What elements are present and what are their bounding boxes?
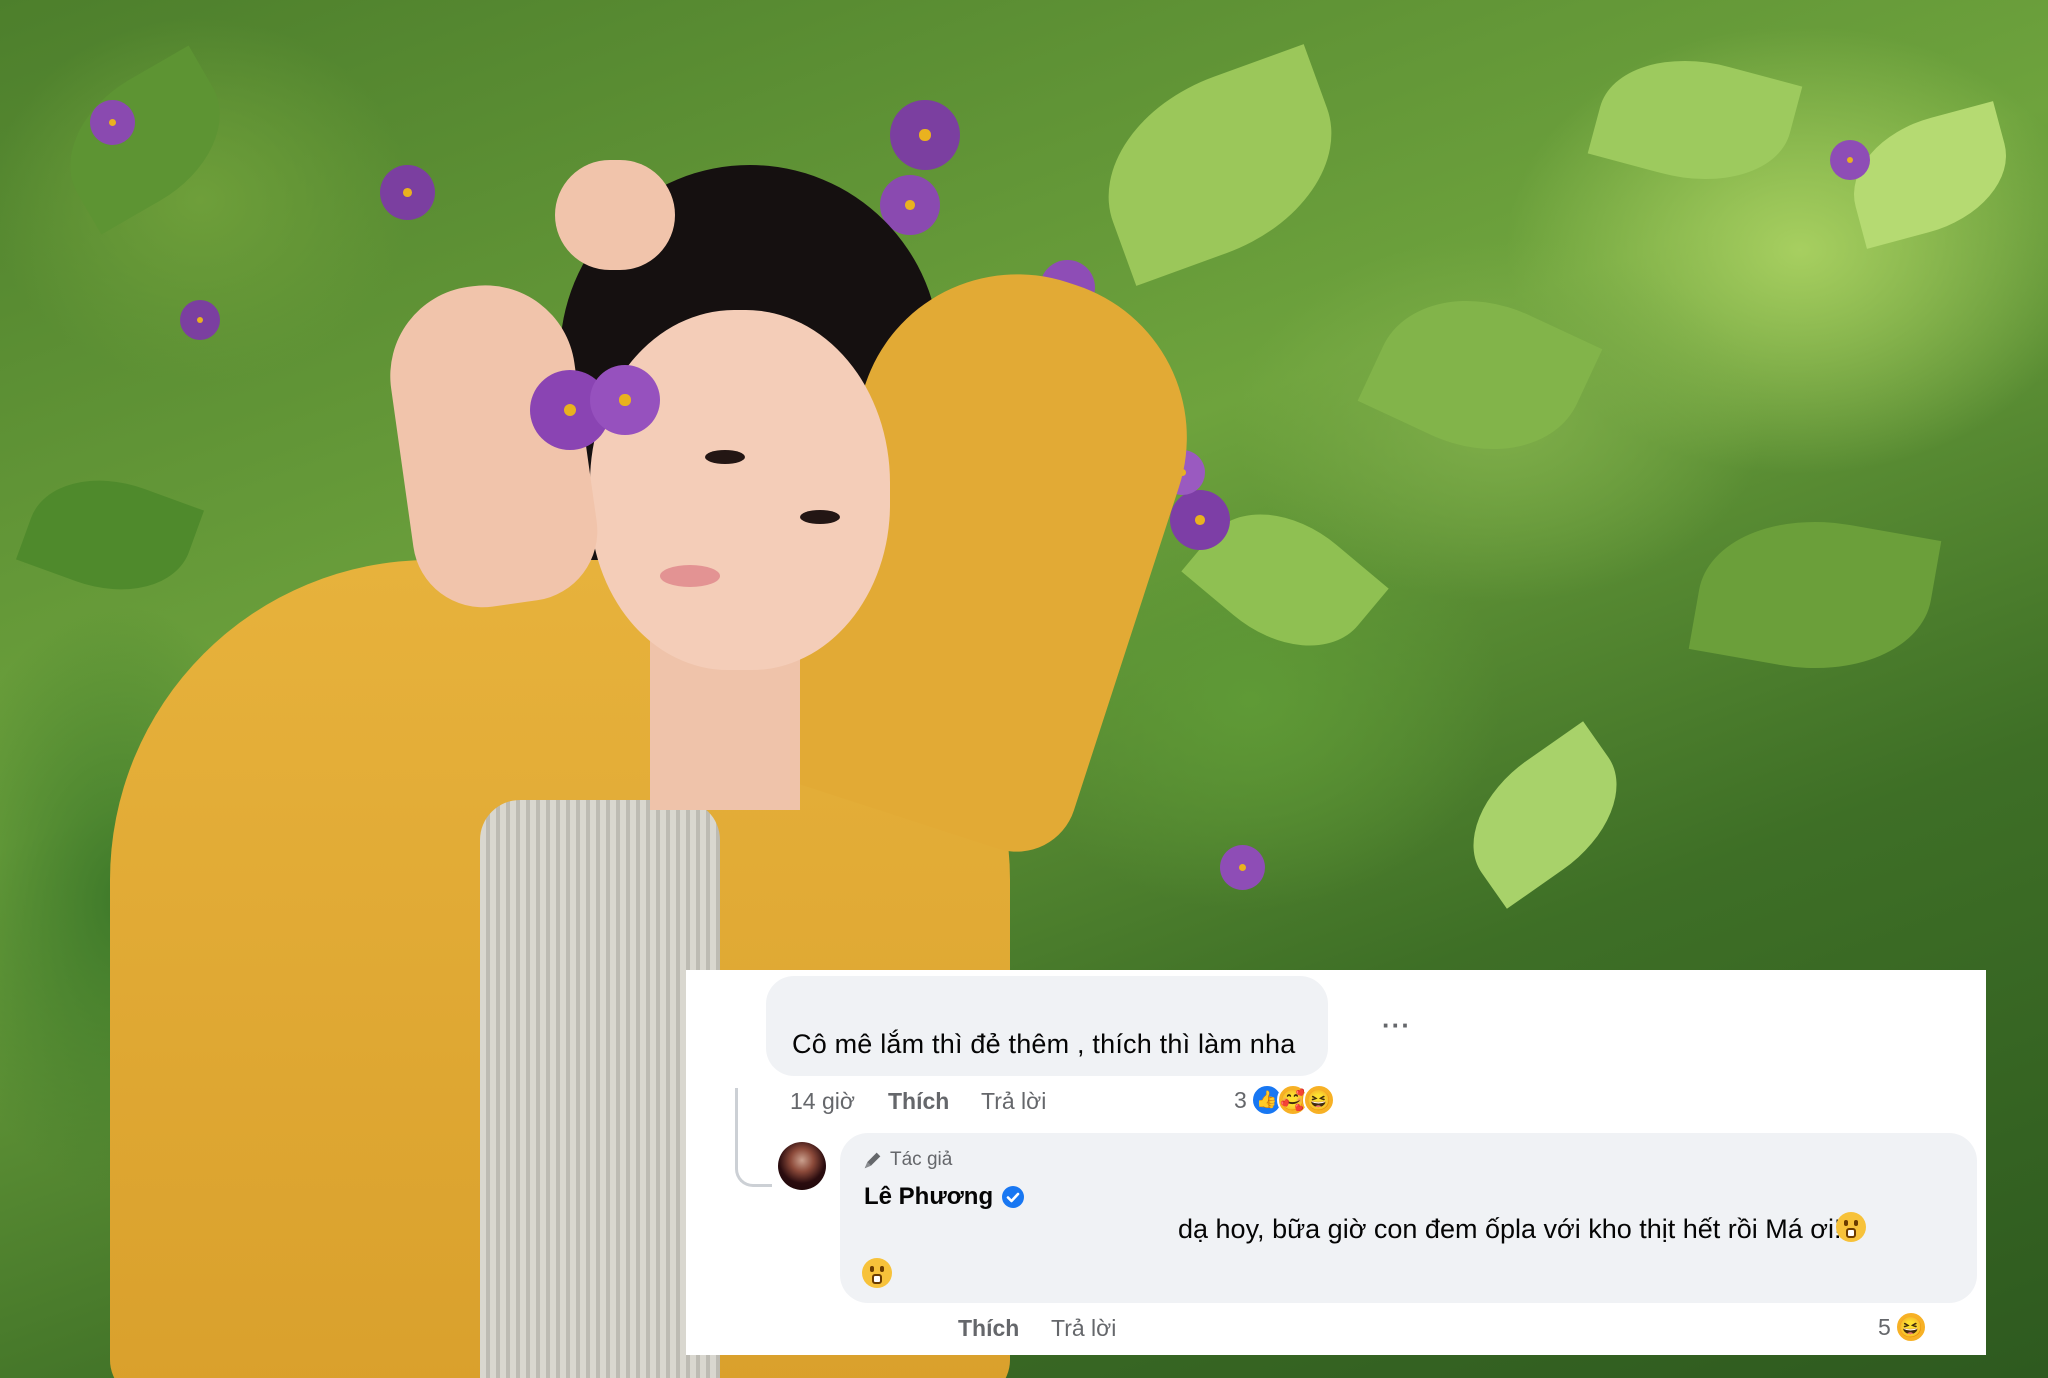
foliage bbox=[1838, 101, 2022, 249]
hand-top bbox=[555, 160, 675, 270]
reply-text: dạ hoy, bữa giờ con đem ốpla với kho thị… bbox=[1178, 1214, 1842, 1244]
reaction-count: 5 bbox=[1878, 1313, 1891, 1340]
comment-bubble: Cô mê lắm thì đẻ thêm , thích thì làm nh… bbox=[766, 976, 1328, 1076]
purple-flower bbox=[1830, 140, 1870, 180]
foliage bbox=[41, 45, 249, 235]
author-label: Tác giả bbox=[890, 1149, 953, 1170]
like-button[interactable]: Thích bbox=[888, 1088, 949, 1115]
purple-flower bbox=[180, 300, 220, 340]
purple-flower bbox=[1170, 490, 1230, 550]
reply-thread-line bbox=[735, 1088, 772, 1187]
face bbox=[590, 310, 890, 670]
purple-flower bbox=[1220, 845, 1265, 890]
right-eye bbox=[800, 510, 840, 524]
grimace-emoji bbox=[1836, 1212, 1866, 1242]
haha-icon: 😆 bbox=[1302, 1084, 1335, 1116]
reply-bubble: Tác giả Lê Phương dạ hoy, bữa giờ con đe… bbox=[840, 1133, 1977, 1303]
comment-time: 14 giờ bbox=[790, 1088, 855, 1114]
knit-top bbox=[480, 800, 720, 1378]
reaction-summary[interactable]: 5 😆 bbox=[1878, 1311, 1927, 1343]
foliage bbox=[1078, 44, 1362, 286]
foliage bbox=[1357, 264, 1603, 486]
reaction-count: 3 bbox=[1234, 1086, 1247, 1113]
foliage bbox=[16, 455, 204, 615]
reply-button[interactable]: Trả lời bbox=[1051, 1315, 1116, 1342]
purple-flower bbox=[90, 100, 135, 145]
reply-button[interactable]: Trả lời bbox=[981, 1088, 1046, 1115]
comment-text: Cô mê lắm thì đẻ thêm , thích thì làm nh… bbox=[792, 1029, 1296, 1059]
pen-icon bbox=[864, 1152, 881, 1169]
reaction-summary[interactable]: 3 👍 🥰 😆 bbox=[1234, 1084, 1335, 1116]
purple-flower bbox=[890, 100, 960, 170]
foliage bbox=[1688, 501, 1942, 689]
author-name-row: Lê Phương bbox=[864, 1183, 1025, 1211]
left-eye bbox=[705, 450, 745, 464]
like-button[interactable]: Thích bbox=[958, 1315, 1019, 1342]
held-flower bbox=[590, 365, 660, 435]
author-name[interactable]: Lê Phương bbox=[864, 1183, 993, 1211]
grimace-emoji bbox=[862, 1258, 892, 1288]
purple-flower bbox=[380, 165, 435, 220]
verified-badge-icon bbox=[1002, 1186, 1025, 1208]
comment-thread: Cô mê lắm thì đẻ thêm , thích thì làm nh… bbox=[686, 970, 1986, 1355]
foliage bbox=[1587, 37, 1803, 203]
more-dots-icon[interactable]: ··· bbox=[1382, 1010, 1411, 1041]
author-badge: Tác giả bbox=[862, 1149, 952, 1171]
lips bbox=[660, 565, 720, 587]
avatar[interactable] bbox=[778, 1142, 826, 1190]
foliage bbox=[1443, 721, 1647, 909]
haha-icon: 😆 bbox=[1894, 1311, 1927, 1343]
